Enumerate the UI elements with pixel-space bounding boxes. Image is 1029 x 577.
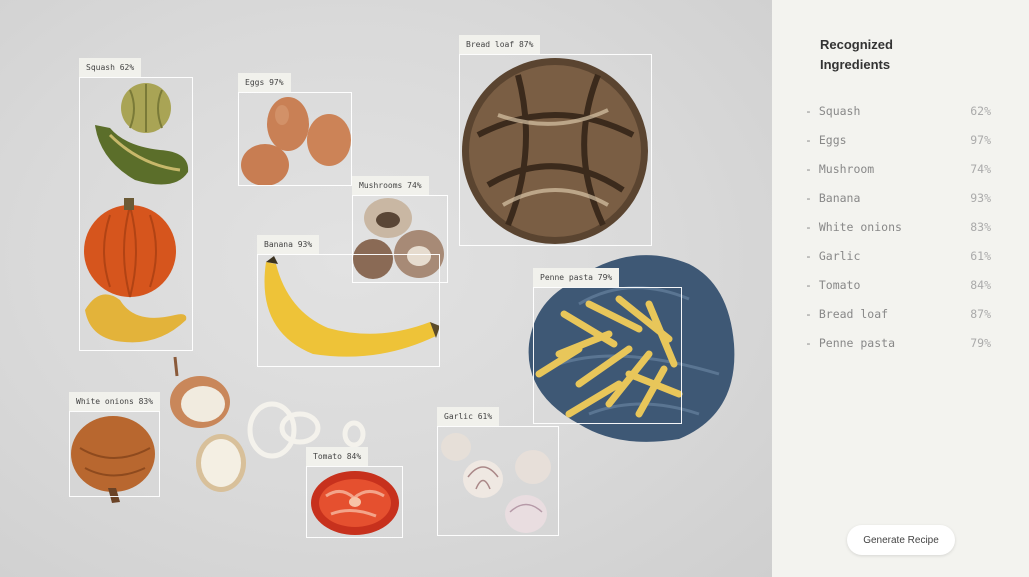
list-item: - Bread loaf 87%	[805, 307, 991, 336]
ingredient-confidence: 93%	[970, 191, 991, 205]
ingredients-photo: Squash 62% Eggs 97% Bread loaf 87% Mushr…	[0, 0, 772, 577]
ingredient-confidence: 62%	[970, 104, 991, 118]
ingredient-confidence: 61%	[970, 249, 991, 263]
ingredient-name: - Eggs	[805, 133, 847, 147]
ingredient-confidence: 87%	[970, 307, 991, 321]
ingredient-confidence: 97%	[970, 133, 991, 147]
ingredient-confidence: 74%	[970, 162, 991, 176]
ingredient-list: - Squash 62% - Eggs 97% - Mushroom 74% - Ba…	[805, 104, 991, 365]
ingredient-name: - Bread loaf	[805, 307, 889, 321]
mushrooms-tag: Mushrooms 74%	[352, 176, 429, 195]
generate-recipe-button[interactable]: Generate Recipe	[847, 525, 955, 555]
onions-tag: White onions 83%	[69, 392, 161, 411]
panel-title: Recognized Ingredients	[820, 37, 893, 72]
list-item: - Banana 93%	[805, 191, 991, 220]
penne-tag: Penne pasta 79%	[533, 268, 620, 287]
onion-half-illustration	[170, 356, 230, 428]
garlic-bbox	[437, 426, 559, 536]
ingredient-name: - White onions	[805, 220, 902, 234]
squash-tag: Squash 62%	[79, 58, 142, 77]
ingredient-confidence: 83%	[970, 220, 991, 234]
list-item: - White onions 83%	[805, 220, 991, 249]
list-item: - Squash 62%	[805, 104, 991, 133]
squash-bbox	[79, 77, 193, 351]
bread-tag: Bread loaf 87%	[459, 35, 541, 54]
tomato-bbox	[306, 466, 403, 538]
bread-bbox	[459, 54, 652, 246]
ingredients-panel: Recognized Ingredients - Squash 62% - Egg…	[772, 0, 1029, 577]
list-item: - Garlic 61%	[805, 249, 991, 278]
tomato-tag: Tomato 84%	[306, 447, 369, 466]
ingredient-name: - Squash	[805, 104, 861, 118]
ingredient-name: - Banana	[805, 191, 861, 205]
eggs-tag: Eggs 97%	[238, 73, 291, 92]
ingredient-confidence: 84%	[970, 278, 991, 292]
onions-bbox	[69, 411, 160, 497]
list-item: - Mushroom 74%	[805, 162, 991, 191]
banana-tag: Banana 93%	[257, 235, 320, 254]
ingredient-name: - Mushroom	[805, 162, 875, 176]
ingredient-name: - Penne pasta	[805, 336, 896, 350]
list-item: - Tomato 84%	[805, 278, 991, 307]
ingredient-confidence: 79%	[970, 336, 991, 350]
ingredient-name: - Tomato	[805, 278, 861, 292]
list-item: - Penne pasta 79%	[805, 336, 991, 365]
ingredient-name: - Garlic	[805, 249, 861, 263]
list-item: - Eggs 97%	[805, 133, 991, 162]
garlic-tag: Garlic 61%	[437, 407, 500, 426]
eggs-bbox	[238, 92, 352, 186]
banana-bbox	[257, 254, 440, 367]
penne-bbox	[533, 287, 682, 424]
